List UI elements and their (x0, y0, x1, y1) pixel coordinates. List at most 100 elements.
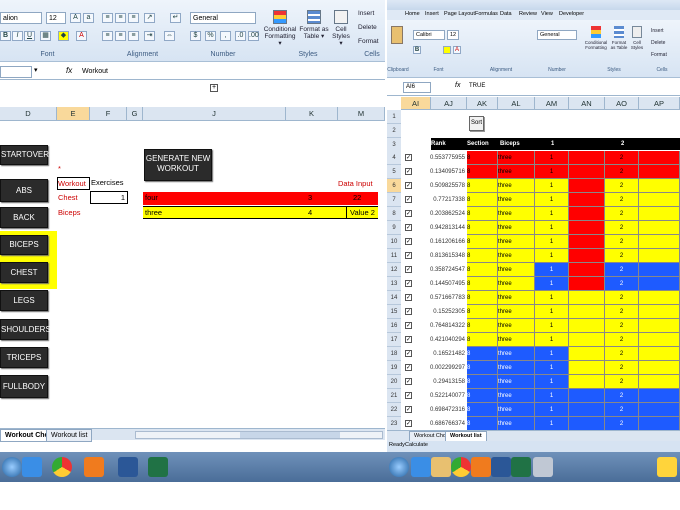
row-checkbox[interactable]: ✓ (405, 364, 412, 371)
row-number[interactable]: 12 (387, 263, 401, 277)
formula-input[interactable]: Workout (80, 66, 383, 78)
row-number[interactable]: 17 (387, 333, 401, 347)
folder-icon[interactable] (431, 457, 451, 477)
namebox-dropdown-icon[interactable]: ▾ (34, 66, 38, 74)
row-checkbox[interactable]: ✓ (405, 238, 412, 245)
row-checkbox[interactable]: ✓ (405, 210, 412, 217)
tab-page-layout[interactable]: Page Layout (444, 11, 475, 17)
chrome-icon[interactable] (52, 457, 72, 477)
col-header-j[interactable]: J (143, 107, 286, 121)
row-checkbox[interactable]: ✓ (405, 266, 412, 273)
row-number[interactable]: 2 (387, 124, 401, 138)
col-header-ai[interactable]: AI (401, 97, 431, 110)
delete-cells-button[interactable]: Delete (358, 24, 388, 31)
right-font-size-box[interactable]: 12 (447, 30, 459, 40)
back-button[interactable]: BACK (0, 207, 48, 228)
tab-view[interactable]: View (541, 11, 553, 17)
workout-label[interactable]: Workout (57, 177, 90, 190)
chrome-icon[interactable] (451, 457, 471, 477)
row-number[interactable]: 11 (387, 249, 401, 263)
fill-color-icon[interactable]: ◆ (58, 31, 69, 41)
align-middle-icon[interactable]: ≡ (115, 13, 126, 23)
shoulders-button[interactable]: SHOULDERS (0, 319, 51, 340)
row-number[interactable]: 19 (387, 361, 401, 375)
underline-icon[interactable]: U (24, 31, 35, 41)
word-icon[interactable] (491, 457, 511, 477)
right-fx-icon[interactable]: fx (455, 82, 460, 89)
right-cell-styles-button[interactable]: Cell Styles (629, 26, 645, 50)
row-checkbox[interactable]: ✓ (405, 196, 412, 203)
col-header-al[interactable]: AL (498, 97, 535, 110)
col-header-aj[interactable]: AJ (431, 97, 467, 110)
right-conditional-formatting-button[interactable]: Conditional Formatting (583, 26, 609, 50)
col-header-ao[interactable]: AO (605, 97, 639, 110)
horizontal-scrollbar[interactable] (135, 431, 383, 439)
font-name-box[interactable]: alion (0, 12, 42, 24)
legs-button[interactable]: LEGS (0, 290, 48, 311)
tray-icon[interactable] (657, 457, 677, 477)
ie-icon[interactable] (411, 457, 431, 477)
row-number[interactable]: 7 (387, 193, 401, 207)
acrobat-icon[interactable] (533, 457, 553, 477)
right-bold-icon[interactable]: B (413, 46, 421, 54)
row-checkbox[interactable]: ✓ (405, 294, 412, 301)
row-checkbox[interactable]: ✓ (405, 378, 412, 385)
row-number[interactable]: 5 (387, 165, 401, 179)
row-number[interactable]: 20 (387, 375, 401, 389)
row-checkbox[interactable]: ✓ (405, 308, 412, 315)
row-number[interactable]: 9 (387, 221, 401, 235)
col-header-m[interactable]: M (338, 107, 385, 121)
col-header-am[interactable]: AM (535, 97, 569, 110)
font-color-icon[interactable]: A (76, 31, 87, 41)
fx-icon[interactable]: fx (66, 66, 72, 75)
right-font-color-icon[interactable]: A (453, 46, 461, 54)
right-font-name-box[interactable]: Calibri (413, 30, 445, 40)
align-top-icon[interactable]: ≡ (102, 13, 113, 23)
row-checkbox[interactable]: ✓ (405, 406, 412, 413)
row-checkbox[interactable]: ✓ (405, 168, 412, 175)
chest-button[interactable]: CHEST (0, 262, 48, 283)
grow-font-icon[interactable]: A (70, 13, 81, 23)
row-number[interactable]: 8 (387, 207, 401, 221)
abs-button[interactable]: ABS (0, 179, 48, 202)
sort-button[interactable]: Sort (469, 116, 484, 131)
row-checkbox[interactable]: ✓ (405, 336, 412, 343)
row-checkbox[interactable]: ✓ (405, 252, 412, 259)
name-box[interactable] (0, 66, 32, 78)
wrap-text-icon[interactable]: ↵ (170, 13, 181, 23)
cell-styles-button[interactable]: Cell Styles ▾ (330, 10, 352, 47)
media-player-icon[interactable] (84, 457, 104, 477)
col-header-ak[interactable]: AK (467, 97, 498, 110)
expand-formula-icon[interactable]: + (210, 84, 218, 92)
format-cells-button[interactable]: Format (358, 38, 388, 45)
merge-icon[interactable]: ⇔ (164, 31, 175, 41)
tab-review[interactable]: Review (519, 11, 537, 17)
col-header-an[interactable]: AN (569, 97, 605, 110)
tab-workout-list[interactable]: Workout list (46, 429, 93, 442)
shrink-font-icon[interactable]: a (83, 13, 94, 23)
exercises-value-input[interactable]: 1 (90, 191, 128, 204)
align-left-icon[interactable]: ≡ (102, 31, 113, 41)
right-format-as-table-button[interactable]: Format as Table (609, 26, 629, 50)
row-checkbox[interactable]: ✓ (405, 392, 412, 399)
scroll-thumb[interactable] (240, 432, 340, 438)
col-header-e[interactable]: E (57, 107, 90, 121)
right-number-format-box[interactable]: General (537, 30, 577, 40)
align-bottom-icon[interactable]: ≡ (128, 13, 139, 23)
decrease-decimal-icon[interactable]: .00 (248, 31, 259, 41)
row-number[interactable]: 1 (387, 110, 401, 124)
row-number[interactable]: 6 (387, 179, 401, 193)
row-number[interactable]: 22 (387, 403, 401, 417)
tab-data[interactable]: Data (500, 11, 512, 17)
row-checkbox[interactable]: ✓ (405, 280, 412, 287)
right-delete-button[interactable]: Delete (651, 40, 665, 47)
right-insert-button[interactable]: Insert (651, 28, 664, 35)
font-size-box[interactable]: 12 (46, 12, 66, 24)
startover-button[interactable]: STARTOVER (0, 145, 49, 165)
row-number[interactable]: 18 (387, 347, 401, 361)
row-number[interactable]: 16 (387, 319, 401, 333)
col-header-ap[interactable]: AP (639, 97, 680, 110)
start-orb-icon[interactable] (2, 457, 22, 477)
row-number[interactable]: 3 (387, 138, 401, 152)
orientation-icon[interactable]: ↗ (144, 13, 155, 23)
